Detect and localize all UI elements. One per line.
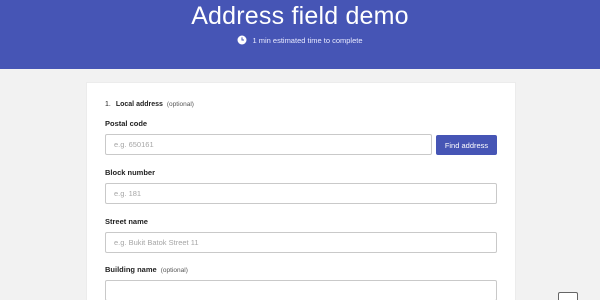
clock-icon — [237, 35, 247, 45]
page-title: Address field demo — [191, 2, 409, 30]
postal-code-label: Postal code — [105, 119, 148, 128]
time-estimate: 1 min estimated time to complete — [0, 35, 600, 45]
building-name-label-text: Building name — [105, 265, 157, 274]
section-number: 1. — [105, 101, 111, 108]
building-name-label: Building name (optional) — [105, 265, 188, 274]
section-heading: 1. Local address (optional) — [105, 101, 194, 108]
street-name-label: Street name — [105, 217, 148, 226]
page-header: Address field demo 1 min estimated time … — [0, 0, 600, 69]
postal-code-input[interactable] — [105, 134, 432, 155]
block-number-label: Block number — [105, 168, 156, 177]
floating-widget[interactable] — [558, 292, 578, 300]
time-estimate-text: 1 min estimated time to complete — [252, 35, 363, 45]
section-title: Local address — [115, 101, 163, 108]
form-card: 1. Local address (optional) Postal code F… — [86, 82, 516, 300]
street-name-input[interactable] — [105, 232, 497, 253]
section-optional-tag: (optional) — [166, 101, 194, 108]
block-number-input[interactable] — [105, 183, 497, 204]
building-name-optional-tag: (optional) — [160, 267, 188, 274]
building-name-input[interactable] — [105, 280, 497, 300]
find-address-button[interactable]: Find address — [436, 135, 497, 155]
